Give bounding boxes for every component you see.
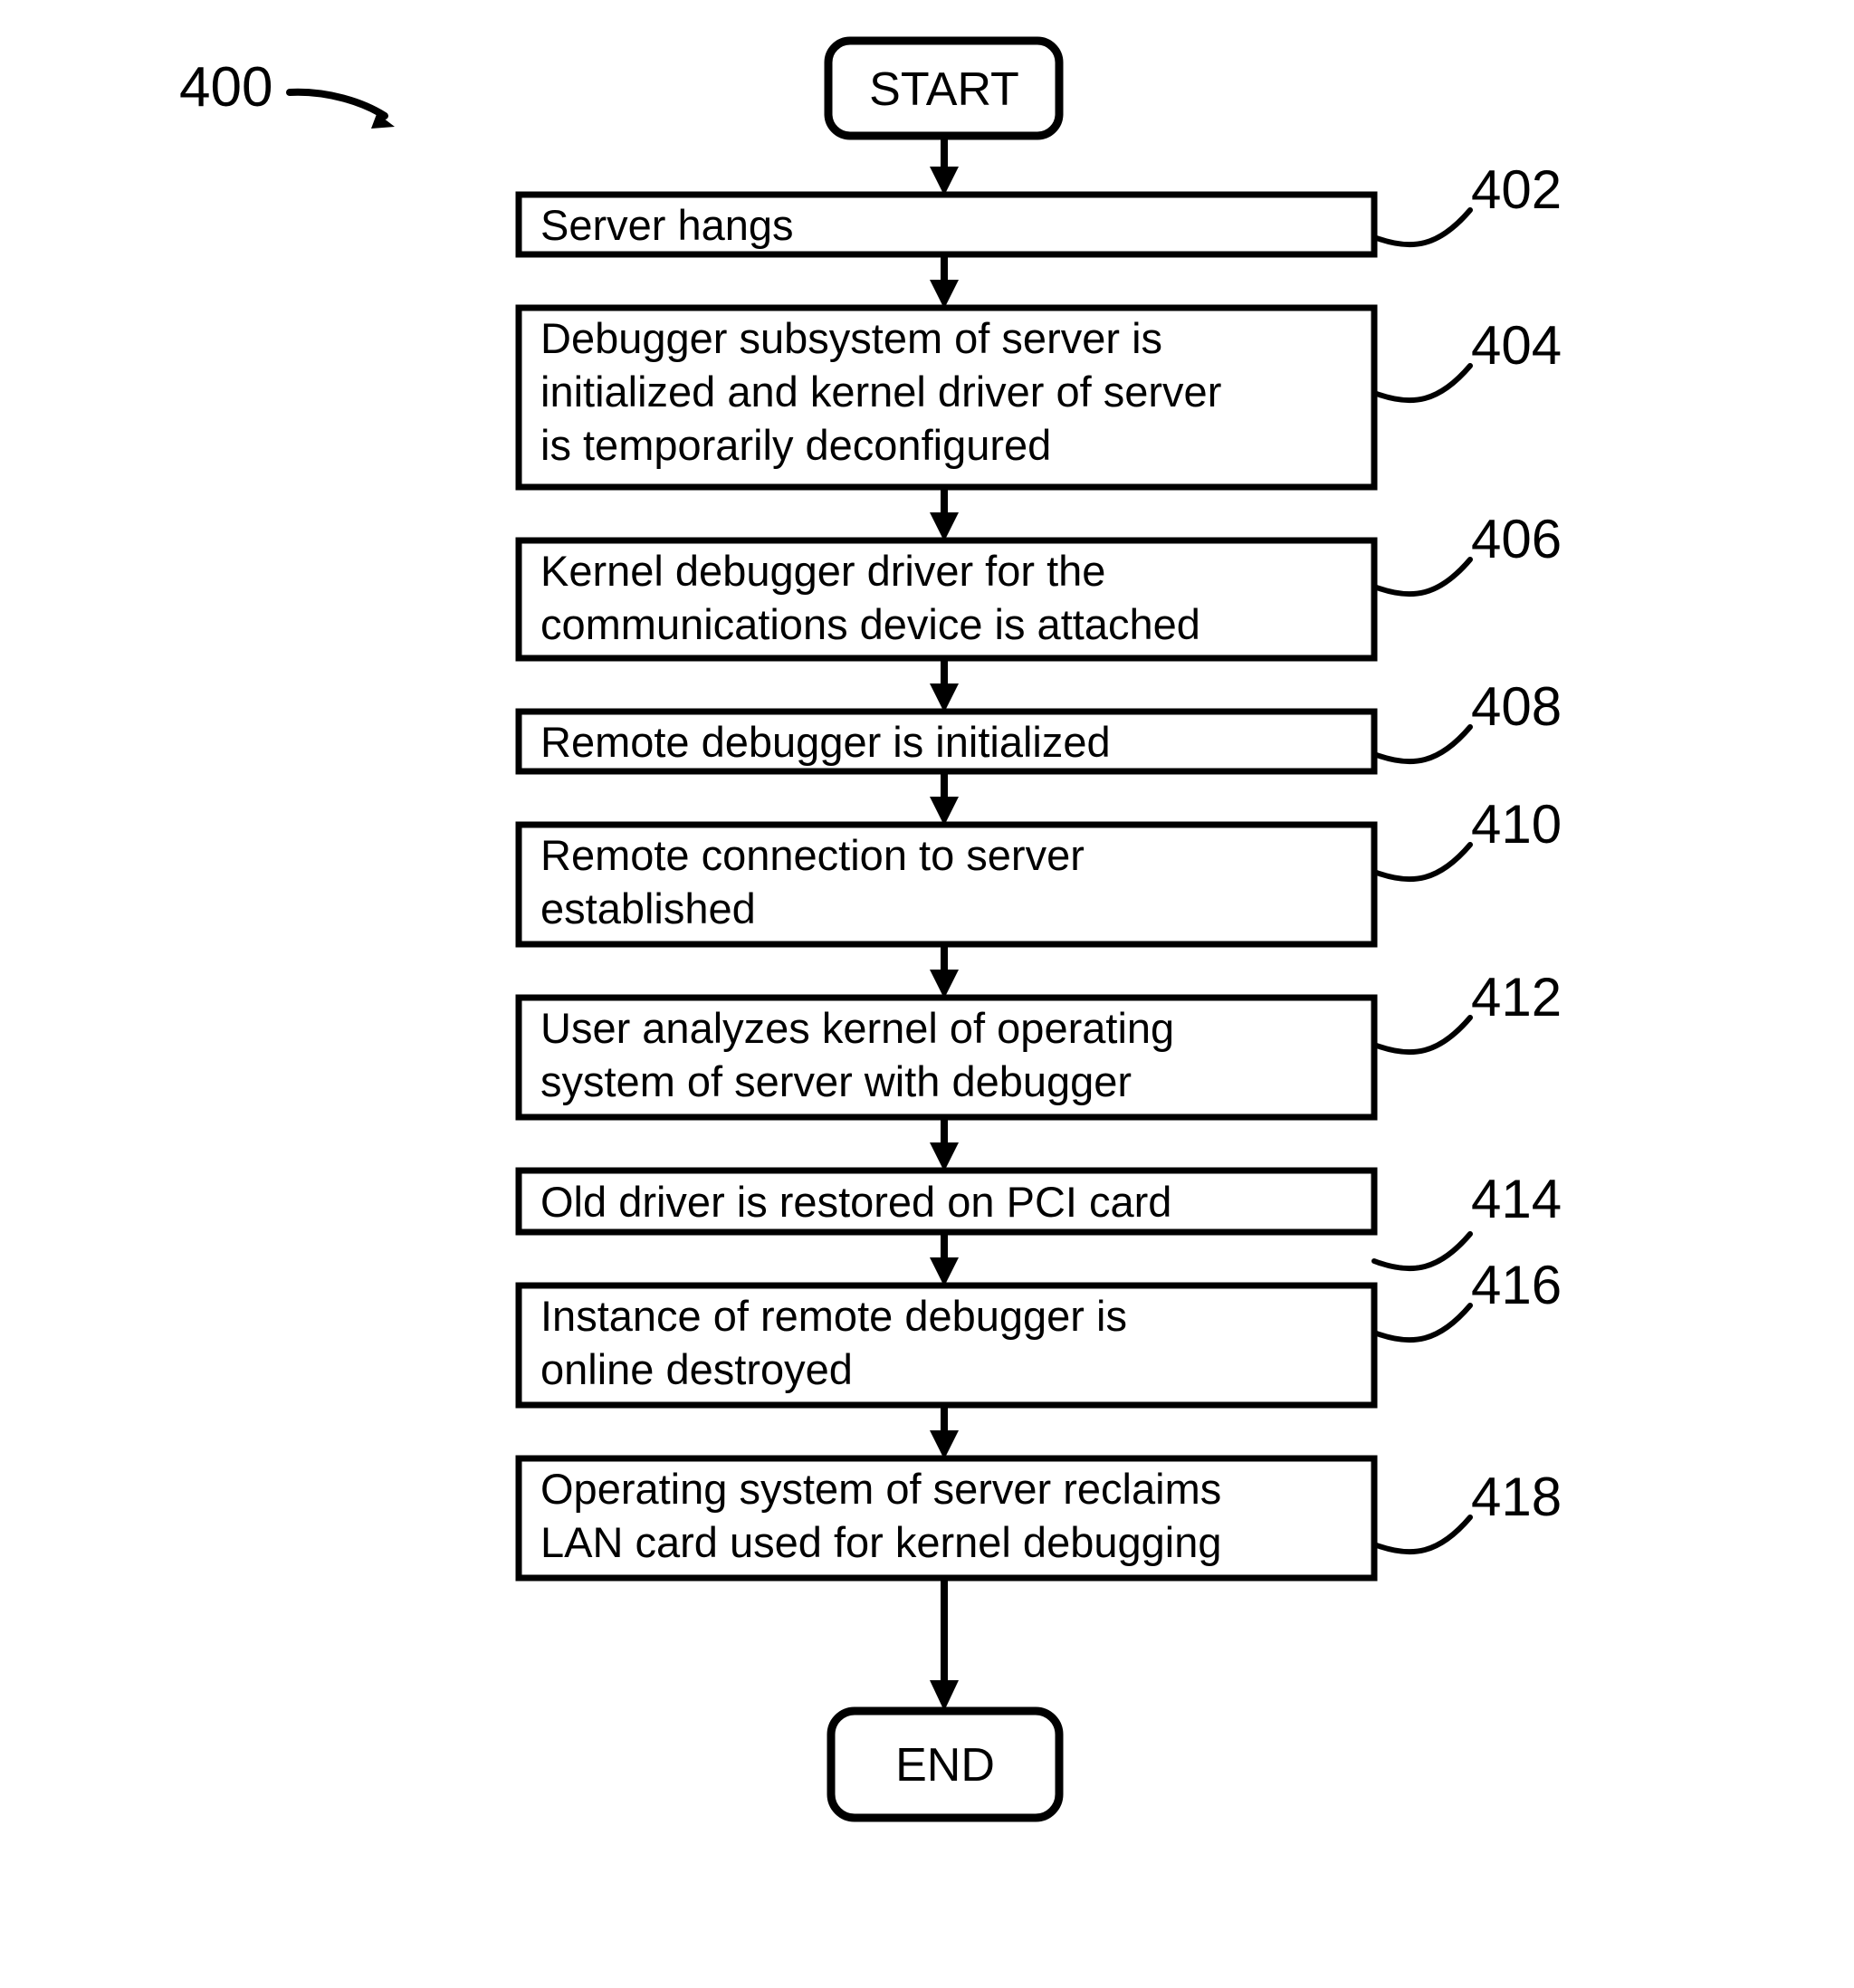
arrowhead-416-to-418 [930,1430,959,1459]
arrowhead-418-to-end [930,1680,959,1711]
step-text-418-line-2: LAN card used for kernel debugging [540,1518,1221,1566]
flowchart-canvas: 400 START Server hangs 402 Debugger subs… [179,36,1562,1822]
arrowhead-start-to-402 [930,167,959,196]
ref-number-418: 418 [1471,1467,1562,1527]
arrowhead-410-to-412 [930,970,959,999]
step-text-406-line-1: Kernel debugger driver for the [540,547,1105,595]
step-text-404-line-2: initialized and kernel driver of server [540,368,1221,416]
figure-pointer-arrowhead [364,103,395,129]
ref-number-402: 402 [1471,159,1562,220]
arrowhead-406-to-408 [930,683,959,712]
step-text-416-line-1: Instance of remote debugger is [540,1292,1127,1340]
step-text-408: Remote debugger is initialized [540,718,1111,766]
step-text-404-line-3: is temporarily deconfigured [540,421,1051,469]
step-text-402: Server hangs [540,201,794,249]
arrowhead-412-to-414 [930,1142,959,1171]
ref-number-412: 412 [1471,967,1562,1027]
arrowhead-404-to-406 [930,512,959,541]
step-text-412-line-1: User analyzes kernel of operating [540,1004,1174,1052]
leader-line-412 [1371,1015,1473,1056]
ref-number-416: 416 [1471,1255,1562,1315]
leader-line-408 [1371,724,1473,765]
step-text-414: Old driver is restored on PCI card [540,1178,1171,1226]
ref-number-404: 404 [1471,315,1562,376]
flowchart-figure: 400 START Server hangs 402 Debugger subs… [0,0,1854,1988]
ref-number-410: 410 [1471,794,1562,855]
step-text-412-line-2: system of server with debugger [540,1057,1132,1105]
figure-pointer-curve [286,88,388,119]
step-text-416-line-2: online destroyed [540,1345,853,1393]
end-terminal-label: END [895,1739,995,1792]
start-terminal-label: START [869,63,1019,116]
leader-line-418 [1371,1515,1473,1555]
leader-line-414 [1371,1231,1473,1272]
step-text-404-line-1: Debugger subsystem of server is [540,314,1162,362]
arrowhead-408-to-410 [930,797,959,826]
leader-line-410 [1371,842,1473,883]
ref-number-406: 406 [1471,509,1562,569]
ref-number-408: 408 [1471,676,1562,737]
ref-number-414: 414 [1471,1169,1562,1229]
leader-line-404 [1371,363,1473,404]
arrowhead-414-to-416 [930,1257,959,1286]
step-text-406-line-2: communications device is attached [540,600,1200,648]
leader-line-402 [1371,207,1473,248]
leader-line-416 [1371,1303,1473,1343]
arrowhead-402-to-404 [930,280,959,309]
leader-line-406 [1371,557,1473,597]
step-text-410-line-2: established [540,884,756,932]
figure-number: 400 [179,56,272,119]
step-text-410-line-1: Remote connection to server [540,831,1085,879]
step-text-418-line-1: Operating system of server reclaims [540,1465,1221,1513]
